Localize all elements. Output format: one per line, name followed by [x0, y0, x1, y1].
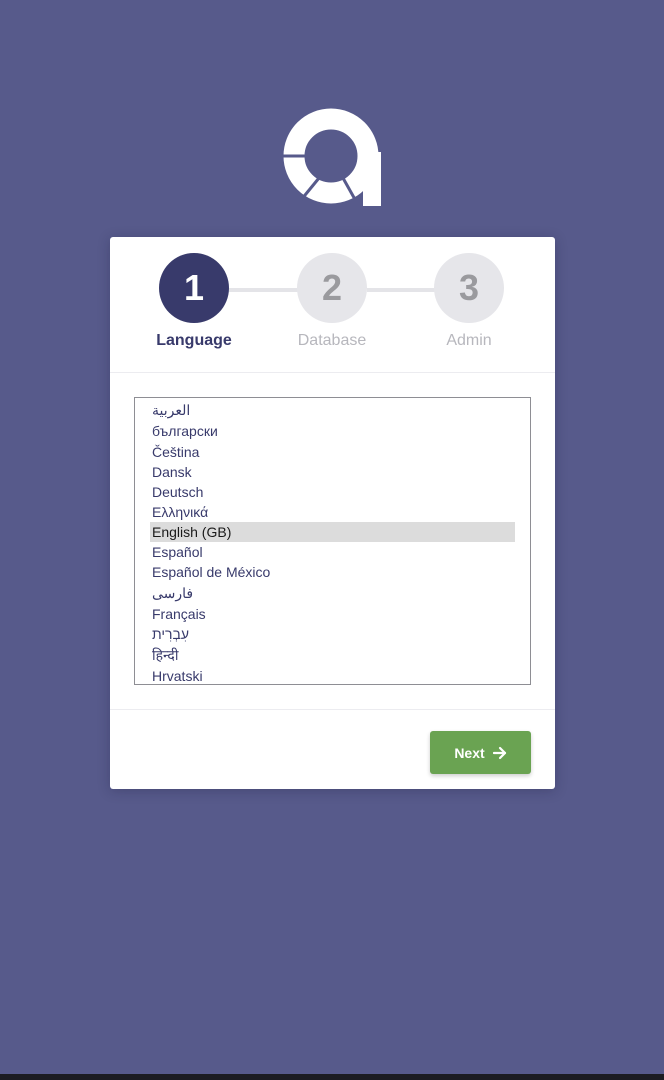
language-option[interactable]: Español de México — [150, 562, 515, 582]
step-database: 2 Database — [262, 253, 402, 350]
language-section: العربية български Čeština Dansk Deutsch … — [110, 373, 555, 710]
wizard-steps: 1 Language 2 Database 3 Admin — [110, 237, 555, 373]
step-number: 2 — [297, 253, 367, 323]
language-option[interactable]: Čeština — [150, 442, 515, 462]
arrow-right-icon — [492, 746, 506, 759]
language-select[interactable]: العربية български Čeština Dansk Deutsch … — [134, 397, 531, 685]
language-option[interactable]: עִבְרִית — [150, 624, 515, 644]
step-admin: 3 Admin — [399, 253, 539, 350]
language-options: العربية български Čeština Dansk Deutsch … — [150, 400, 515, 684]
language-option[interactable]: Hrvatski — [150, 666, 515, 684]
installer-page: 1 Language 2 Database 3 Admin العربية бъ… — [0, 0, 664, 1080]
step-label: Language — [156, 332, 232, 349]
language-option-selected[interactable]: English (GB) — [150, 522, 515, 542]
language-option[interactable]: हिन्दी — [150, 644, 515, 666]
step-label: Database — [297, 332, 367, 349]
language-option[interactable]: Deutsch — [150, 482, 515, 502]
step-number: 3 — [434, 253, 504, 323]
language-option[interactable]: Dansk — [150, 462, 515, 482]
app-logo — [283, 108, 381, 206]
card-footer: Next — [110, 710, 555, 790]
language-option[interactable]: Français — [150, 604, 515, 624]
bottom-bar — [0, 1074, 664, 1080]
setup-card: 1 Language 2 Database 3 Admin العربية бъ… — [110, 237, 555, 789]
next-button[interactable]: Next — [430, 731, 531, 774]
step-language: 1 Language — [124, 253, 264, 350]
step-label: Admin — [446, 332, 492, 349]
language-option[interactable]: Español — [150, 542, 515, 562]
language-option[interactable]: Ελληνικά — [150, 502, 515, 522]
language-option[interactable]: العربية — [150, 400, 515, 420]
next-button-label: Next — [454, 744, 485, 761]
step-number: 1 — [159, 253, 229, 323]
language-option[interactable]: български — [150, 420, 515, 442]
language-option[interactable]: فارسی — [150, 582, 515, 604]
